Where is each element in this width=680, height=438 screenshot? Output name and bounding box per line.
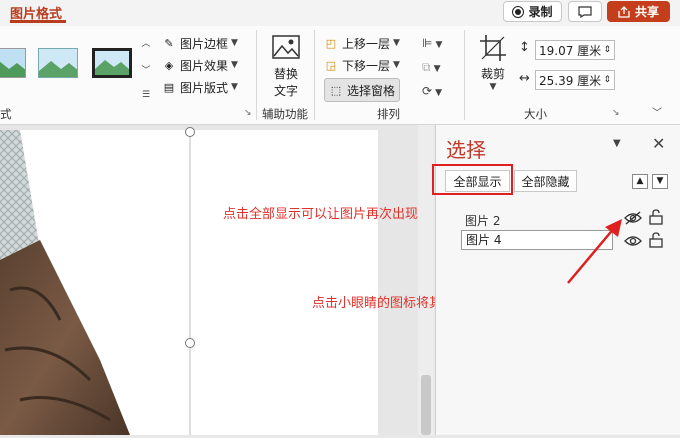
chevron-down-icon: ▼ <box>393 38 400 48</box>
show-all-button[interactable]: 全部显示 <box>445 170 510 192</box>
crop-label: 裁剪 <box>480 67 505 81</box>
gallery-expand-icon[interactable]: ☰ <box>142 90 150 100</box>
bring-forward-label: 上移一层 <box>342 36 391 51</box>
width-value: 25.39 厘米 <box>539 73 602 88</box>
unlock-icon[interactable] <box>649 209 663 225</box>
send-backward-label: 下移一层 <box>342 58 391 73</box>
close-icon[interactable]: ✕ <box>652 134 665 153</box>
selection-item-label: 图片 4 <box>466 233 502 247</box>
chevron-up-icon[interactable]: ︿ <box>141 36 150 49</box>
chevron-down-icon: ▼ <box>433 64 441 74</box>
collapse-ribbon-icon[interactable]: ﹀ <box>652 104 662 119</box>
send-backward-icon[interactable]: ▼ <box>652 174 668 189</box>
group-label-size: 大小 <box>524 107 547 121</box>
layout-icon: ▤ <box>163 80 175 94</box>
dialog-launcher-icon[interactable]: ↘ <box>244 108 252 118</box>
effects-icon: ◈ <box>164 58 174 72</box>
crop-button[interactable]: 裁剪 ▼ <box>475 34 511 92</box>
group-objects-icon: ⧉ <box>422 60 431 74</box>
unlock-icon[interactable] <box>649 232 663 248</box>
bring-forward-icon[interactable]: ▲ <box>632 174 648 189</box>
pane-options-icon[interactable]: ▼ <box>613 138 621 149</box>
record-label: 录制 <box>528 5 553 19</box>
height-value: 19.07 厘米 <box>539 43 602 58</box>
chevron-down-icon[interactable]: ﹀ <box>141 63 150 76</box>
alt-text-label-2: 文字 <box>273 84 298 98</box>
spin-icon[interactable]: ⇕ <box>603 75 614 85</box>
width-input[interactable]: 25.39 厘米 ⇕ <box>535 70 615 90</box>
active-tab-indicator <box>10 20 66 23</box>
group-label-accessibility: 辅助功能 <box>262 107 308 121</box>
record-button[interactable]: 录制 <box>503 1 562 22</box>
align-button[interactable]: ⊫ ▼ <box>422 32 442 56</box>
group-label-arrange: 排列 <box>377 107 400 121</box>
share-icon <box>618 5 630 18</box>
chevron-down-icon: ▼ <box>435 88 442 98</box>
picture-border-button[interactable]: ✎ 图片边框 ▼ <box>162 32 238 54</box>
dialog-launcher-icon[interactable]: ↘ <box>612 108 620 118</box>
pane-title: 选择 <box>446 138 486 162</box>
spin-icon[interactable]: ⇕ <box>603 45 614 55</box>
selection-pane-button[interactable]: ⬚ 选择窗格 <box>324 78 401 102</box>
bring-forward-icon: ◰ <box>325 36 337 50</box>
hide-all-button[interactable]: 全部隐藏 <box>514 170 577 192</box>
bring-forward-button[interactable]: ◰ 上移一层 ▼ <box>324 32 400 54</box>
picture-layout-label: 图片版式 <box>180 80 229 95</box>
styles-gallery-scroll[interactable]: ︿ ﹀ ☰ <box>140 36 152 100</box>
comment-button[interactable] <box>568 1 602 22</box>
selection-pane-icon: ⬚ <box>330 83 342 97</box>
group-separator <box>256 30 257 120</box>
rock-picture[interactable] <box>0 130 378 435</box>
alt-text-button[interactable]: 替换 文字 <box>266 34 306 99</box>
height-input[interactable]: 19.07 厘米 ⇕ <box>535 40 615 60</box>
rotate-icon: ⟳ <box>422 84 433 98</box>
width-icon: ↔ <box>519 71 530 86</box>
chevron-down-icon: ▼ <box>435 40 443 50</box>
share-label: 共享 <box>634 5 659 19</box>
picture-style-2[interactable] <box>38 48 78 78</box>
selection-item-label[interactable]: 图片 2 <box>465 212 500 229</box>
resize-handle[interactable] <box>185 338 195 348</box>
resize-handle[interactable] <box>185 127 195 137</box>
scrollbar-thumb[interactable] <box>421 375 431 435</box>
send-backward-icon: ◲ <box>325 58 337 72</box>
group-label-styles: 式 <box>0 107 12 121</box>
comment-icon <box>578 5 592 18</box>
group-separator <box>314 30 315 120</box>
group-separator <box>464 30 465 120</box>
alt-text-label-1: 替换 <box>273 67 298 81</box>
picture-effects-button[interactable]: ◈ 图片效果 ▼ <box>162 54 238 76</box>
rotate-button[interactable]: ⟳ ▼ <box>422 80 442 104</box>
alt-text-icon <box>272 35 300 59</box>
annotation-arrow <box>567 219 622 284</box>
chevron-down-icon: ▼ <box>489 82 497 92</box>
picture-effects-label: 图片效果 <box>180 58 229 73</box>
group-objects-button[interactable]: ⧉ ▼ <box>422 56 442 80</box>
chevron-down-icon: ▼ <box>231 82 238 92</box>
picture-layout-button[interactable]: ▤ 图片版式 ▼ <box>162 76 238 98</box>
slide[interactable] <box>0 130 378 435</box>
height-icon: ↕ <box>519 40 530 55</box>
align-icon: ⊫ <box>422 36 433 50</box>
picture-style-1[interactable] <box>0 48 26 78</box>
pencil-icon: ✎ <box>164 36 174 50</box>
selection-pane-label: 选择窗格 <box>347 83 396 98</box>
picture-border-label: 图片边框 <box>180 36 229 51</box>
chevron-down-icon: ▼ <box>231 60 238 70</box>
chevron-down-icon: ▼ <box>231 38 238 48</box>
picture-style-commands: ✎ 图片边框 ▼ ◈ 图片效果 ▼ ▤ 图片版式 ▼ <box>162 32 238 98</box>
annotation-show-all: 点击全部显示可以让图片再次出现 <box>223 207 419 222</box>
send-backward-button[interactable]: ◲ 下移一层 ▼ <box>324 54 400 76</box>
chevron-down-icon: ▼ <box>393 60 400 70</box>
picture-style-3[interactable] <box>92 48 132 78</box>
arrange-commands: ◰ 上移一层 ▼ ◲ 下移一层 ▼ ⬚ 选择窗格 <box>324 32 401 102</box>
align-group-buttons: ⊫ ▼ ⧉ ▼ ⟳ ▼ <box>422 32 442 104</box>
share-button[interactable]: 共享 <box>607 1 670 22</box>
record-icon <box>512 5 525 18</box>
crop-icon <box>480 35 506 61</box>
